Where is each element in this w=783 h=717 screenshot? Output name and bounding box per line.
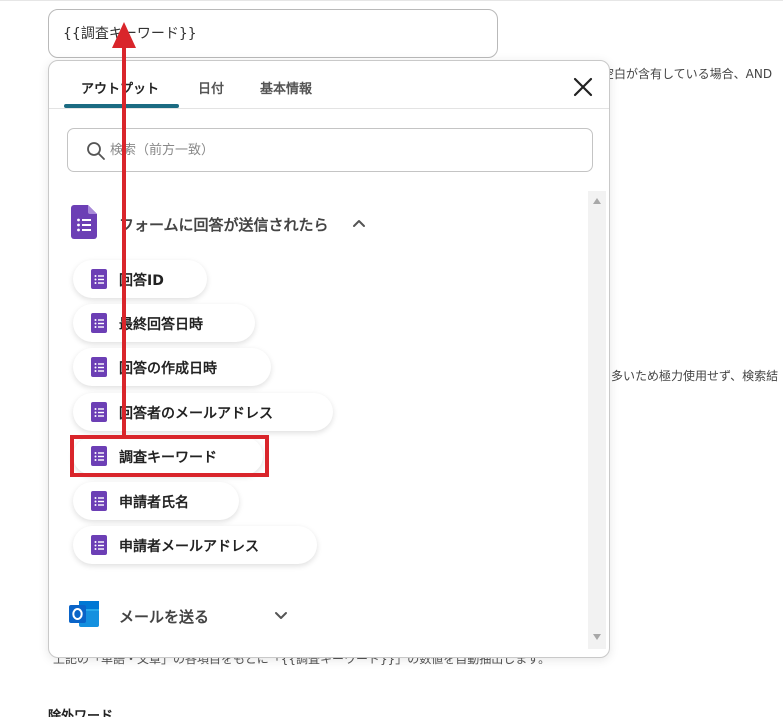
search-input[interactable] bbox=[110, 138, 580, 162]
google-forms-icon bbox=[91, 313, 107, 333]
list-item-response-id[interactable]: 回答ID bbox=[73, 260, 207, 298]
google-forms-icon bbox=[91, 357, 107, 377]
background-note: 多いため極力使用せず、検索結 bbox=[611, 369, 779, 383]
tab-output[interactable]: アウトプット bbox=[81, 78, 159, 97]
google-forms-icon bbox=[91, 269, 107, 289]
google-forms-icon bbox=[71, 205, 97, 239]
list-item-applicant-email[interactable]: 申請者メールアドレス bbox=[73, 526, 317, 564]
highlight-box bbox=[70, 435, 269, 477]
scrollbar[interactable] bbox=[588, 191, 606, 649]
tab-basic-info[interactable]: 基本情報 bbox=[260, 78, 312, 97]
output-list: フォームに回答が送信されたら 回答ID 最終回答日時 回答の作成日時 回答者のメ… bbox=[49, 191, 609, 657]
scroll-up-icon[interactable] bbox=[593, 198, 601, 204]
search-box bbox=[67, 128, 593, 172]
list-item-last-response-time[interactable]: 最終回答日時 bbox=[73, 304, 255, 342]
chevron-down-icon bbox=[275, 612, 287, 619]
chevron-up-icon bbox=[353, 220, 365, 227]
exclude-words-heading: 除外ワード bbox=[48, 709, 114, 717]
search-icon bbox=[87, 142, 105, 160]
group-title: メールを送る bbox=[119, 608, 210, 626]
scroll-down-icon[interactable] bbox=[593, 634, 601, 640]
list-item-label: 申請者メールアドレス bbox=[119, 539, 259, 555]
outlook-icon bbox=[69, 601, 99, 627]
top-divider bbox=[0, 0, 783, 1]
variable-picker-popup: アウトプット 日付 基本情報 検索（前方一致） フォームに回答が送信されたら 回… bbox=[48, 60, 610, 658]
close-button[interactable] bbox=[570, 74, 596, 100]
group-title: フォームに回答が送信されたら bbox=[119, 216, 329, 234]
keyword-input-value: {{調査キーワード}} bbox=[63, 26, 197, 42]
list-item-response-created-time[interactable]: 回答の作成日時 bbox=[73, 348, 271, 386]
tab-bar: アウトプット 日付 基本情報 bbox=[49, 61, 609, 109]
keyword-input[interactable]: {{調査キーワード}} bbox=[48, 9, 498, 58]
list-item-label: 回答ID bbox=[119, 273, 164, 289]
list-item-label: 回答の作成日時 bbox=[119, 361, 217, 377]
list-item-respondent-email[interactable]: 回答者のメールアドレス bbox=[73, 393, 333, 431]
google-forms-icon bbox=[91, 491, 107, 511]
google-forms-icon bbox=[91, 402, 107, 422]
list-item-applicant-name[interactable]: 申請者氏名 bbox=[73, 482, 239, 520]
background-note: 空白が含有している場合、AND bbox=[602, 67, 773, 81]
active-tab-indicator bbox=[64, 104, 179, 108]
google-forms-icon bbox=[91, 535, 107, 555]
group-header-forms[interactable]: フォームに回答が送信されたら bbox=[69, 203, 389, 243]
tab-date[interactable]: 日付 bbox=[198, 78, 224, 97]
list-item-label: 回答者のメールアドレス bbox=[119, 406, 273, 422]
close-icon bbox=[573, 77, 593, 97]
list-item-label: 申請者氏名 bbox=[119, 495, 189, 511]
list-item-label: 最終回答日時 bbox=[119, 317, 203, 333]
group-header-send-mail[interactable]: メールを送る bbox=[69, 595, 389, 635]
